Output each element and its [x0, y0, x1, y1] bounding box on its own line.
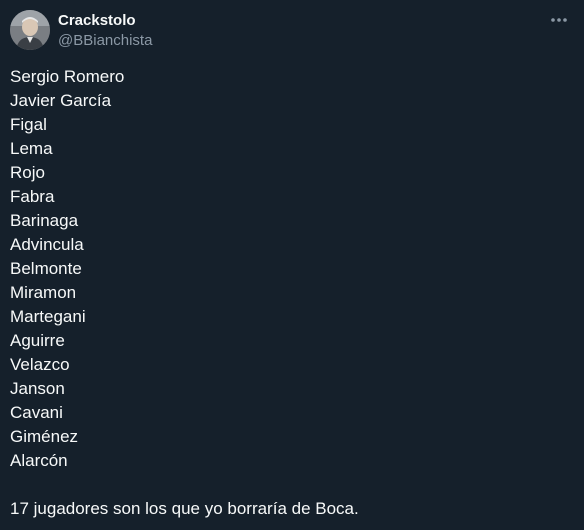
player-line: Cavani	[10, 403, 63, 422]
player-line: Rojo	[10, 163, 45, 182]
player-line: Figal	[10, 115, 47, 134]
player-line: Javier García	[10, 91, 112, 110]
player-line: Aguirre	[10, 331, 65, 350]
avatar-image	[10, 10, 50, 50]
player-line: Sergio Romero	[10, 67, 125, 86]
author-name[interactable]: Crackstolo	[58, 12, 136, 30]
player-line: Lema	[10, 139, 53, 158]
player-line: Janson	[10, 379, 65, 398]
tweet: Crackstolo @BBianchista Sergio Romero Ja…	[0, 0, 584, 530]
player-line: Belmonte	[10, 259, 82, 278]
player-line: Miramon	[10, 283, 77, 302]
player-line: Velazco	[10, 355, 70, 374]
player-line: Barinaga	[10, 211, 79, 230]
player-line: Giménez	[10, 427, 79, 446]
tweet-text: Sergio Romero Javier García Figal Lema R…	[10, 65, 570, 473]
player-line: Alarcón	[10, 451, 68, 470]
avatar[interactable]	[10, 10, 50, 50]
tweet-closing-line: 17 jugadores son los que yo borraría de …	[10, 499, 359, 518]
more-options-icon[interactable]	[544, 8, 574, 32]
player-line: Martegani	[10, 307, 86, 326]
player-line: Fabra	[10, 187, 55, 206]
author-handle[interactable]: @BBianchista	[58, 32, 152, 50]
player-line: Advincula	[10, 235, 84, 254]
